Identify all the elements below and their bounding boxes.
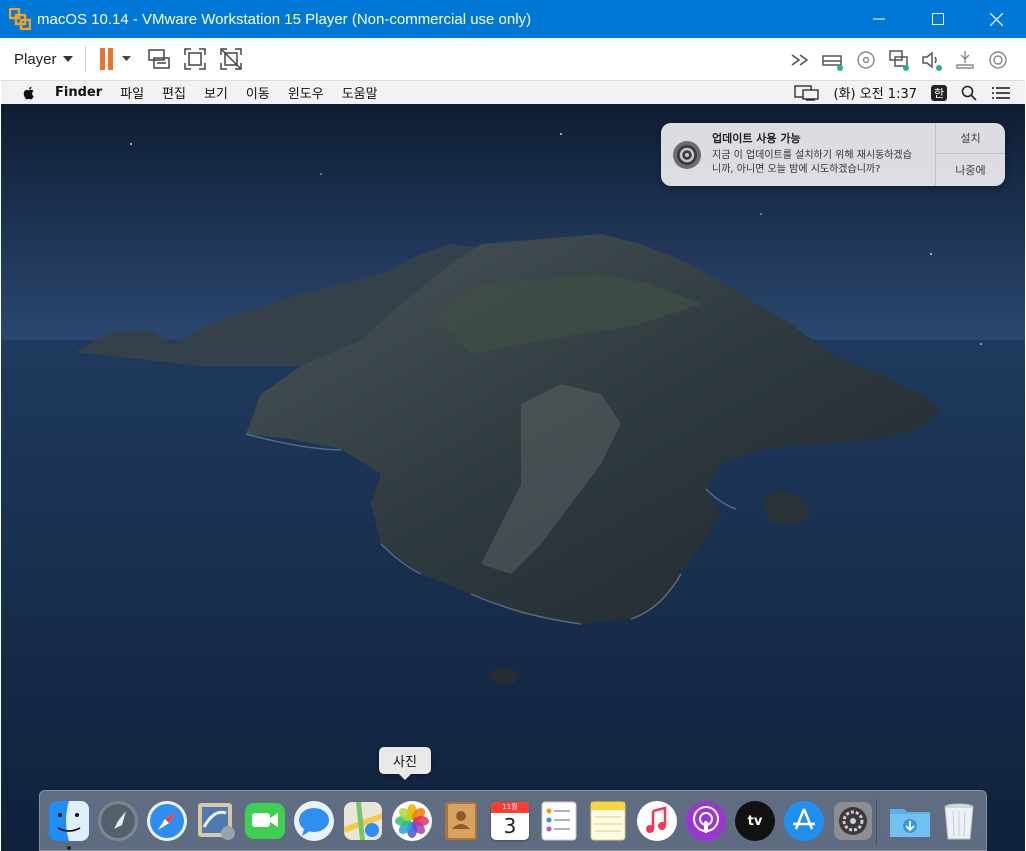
notification-title: 업데이트 사용 가능 bbox=[712, 132, 801, 145]
photos-icon[interactable] bbox=[390, 799, 434, 843]
minimize-button[interactable] bbox=[849, 0, 908, 38]
wallpaper-catalina-island bbox=[1, 104, 1025, 851]
toolbar-divider bbox=[84, 46, 86, 72]
cd-dvd-icon bbox=[857, 50, 875, 69]
system-preferences-icon[interactable] bbox=[831, 799, 875, 843]
player-menu-label: Player bbox=[14, 50, 57, 68]
network-button[interactable] bbox=[887, 47, 911, 73]
sound-icon bbox=[922, 50, 942, 71]
maps-icon[interactable] bbox=[341, 799, 385, 843]
mac-menu-bar: Finder 파일 편집 보기 이동 윈도우 도움말 (화) 오전 1:37 한 bbox=[1, 81, 1025, 104]
menu-edit[interactable]: 편집 bbox=[162, 83, 186, 102]
usb-icon bbox=[956, 50, 974, 69]
hard-disk-icon bbox=[822, 54, 843, 71]
unity-button[interactable] bbox=[218, 46, 244, 72]
display-icon bbox=[989, 50, 1007, 69]
display-button[interactable] bbox=[986, 47, 1010, 73]
safari-icon[interactable] bbox=[145, 799, 189, 843]
sound-button[interactable] bbox=[920, 47, 944, 73]
launchpad-icon[interactable] bbox=[96, 799, 140, 843]
pause-icon bbox=[99, 48, 131, 70]
calendar-icon[interactable]: 11월 3 bbox=[488, 799, 532, 843]
player-menu-button[interactable]: Player bbox=[14, 51, 73, 68]
reminders-icon[interactable] bbox=[537, 799, 581, 843]
send-ctrl-alt-del-button[interactable] bbox=[146, 46, 172, 72]
full-screen-icon bbox=[183, 48, 206, 70]
calendar-day: 3 bbox=[503, 814, 517, 838]
menu-help[interactable]: 도움말 bbox=[342, 83, 378, 102]
messages-icon[interactable] bbox=[292, 799, 336, 843]
maximize-button[interactable] bbox=[908, 0, 967, 38]
window-title: macOS 10.14 - VMware Workstation 15 Play… bbox=[37, 10, 532, 28]
trash-icon[interactable] bbox=[937, 799, 981, 843]
menu-clock[interactable]: (화) 오전 1:37 bbox=[834, 83, 917, 102]
desktop[interactable]: 업데이트 사용 가능 지금 이 업데이트를 설치하기 위해 재시동하겠습 니까,… bbox=[1, 104, 1025, 851]
unity-icon bbox=[219, 48, 242, 70]
finder-running-indicator bbox=[67, 846, 71, 850]
maximize-icon bbox=[931, 13, 944, 25]
vmware-toolbar: Player bbox=[1, 38, 1025, 81]
menu-window[interactable]: 윈도우 bbox=[288, 83, 324, 102]
cd-dvd-button[interactable] bbox=[854, 47, 878, 73]
music-icon[interactable] bbox=[635, 799, 679, 843]
menu-file[interactable]: 파일 bbox=[120, 83, 144, 102]
minimize-icon bbox=[872, 18, 885, 20]
send-ctrl-alt-del-icon bbox=[147, 49, 170, 69]
chevron-down-icon bbox=[62, 56, 73, 62]
notification-center-icon[interactable] bbox=[991, 86, 1011, 100]
podcasts-icon[interactable] bbox=[684, 799, 728, 843]
network-icon bbox=[889, 49, 909, 71]
facetime-icon[interactable] bbox=[243, 799, 287, 843]
close-icon bbox=[990, 12, 1003, 26]
more-icon bbox=[791, 53, 809, 66]
full-screen-button[interactable] bbox=[182, 46, 208, 72]
calendar-month: 11월 bbox=[491, 802, 529, 813]
app-store-icon[interactable] bbox=[782, 799, 826, 843]
dock-tooltip: 사진 bbox=[379, 747, 431, 780]
dock-separator bbox=[876, 799, 877, 845]
pause-button[interactable] bbox=[96, 46, 136, 72]
update-notification[interactable]: 업데이트 사용 가능 지금 이 업데이트를 설치하기 위해 재시동하겠습 니까,… bbox=[661, 123, 1005, 186]
system-preferences-gear-icon bbox=[673, 141, 701, 169]
spotlight-search-icon[interactable] bbox=[961, 85, 977, 101]
dock: 11월 3 tv bbox=[39, 790, 987, 851]
menu-view[interactable]: 보기 bbox=[204, 83, 228, 102]
input-source-icon[interactable]: 한 bbox=[931, 84, 947, 101]
notification-text-line1: 지금 이 업데이트를 설치하기 위해 재시동하겠습 bbox=[712, 150, 912, 161]
contacts-icon[interactable] bbox=[439, 799, 483, 843]
apple-tv-icon[interactable]: tv bbox=[733, 799, 777, 843]
later-button[interactable]: 나중에 bbox=[936, 154, 1005, 185]
tv-app-label: tv bbox=[747, 813, 763, 829]
airplay-display-icon[interactable] bbox=[793, 84, 820, 101]
close-button[interactable] bbox=[967, 0, 1026, 38]
vmware-logo-icon bbox=[9, 8, 31, 30]
hard-disk-button[interactable] bbox=[821, 47, 845, 73]
menu-finder[interactable]: Finder bbox=[55, 85, 102, 100]
notification-text-line2: 니까, 아니면 오늘 밤에 시도하겠습니까? bbox=[712, 164, 881, 175]
menu-go[interactable]: 이동 bbox=[246, 83, 270, 102]
install-button[interactable]: 설치 bbox=[936, 123, 1005, 154]
mail-icon[interactable] bbox=[194, 799, 238, 843]
window-titlebar: macOS 10.14 - VMware Workstation 15 Play… bbox=[0, 0, 1026, 38]
apple-icon[interactable] bbox=[21, 85, 37, 101]
notes-icon[interactable] bbox=[586, 799, 630, 843]
more-devices-button[interactable] bbox=[788, 47, 812, 73]
downloads-folder-icon[interactable] bbox=[888, 799, 932, 843]
usb-button[interactable] bbox=[953, 47, 977, 73]
finder-icon[interactable] bbox=[47, 799, 91, 843]
